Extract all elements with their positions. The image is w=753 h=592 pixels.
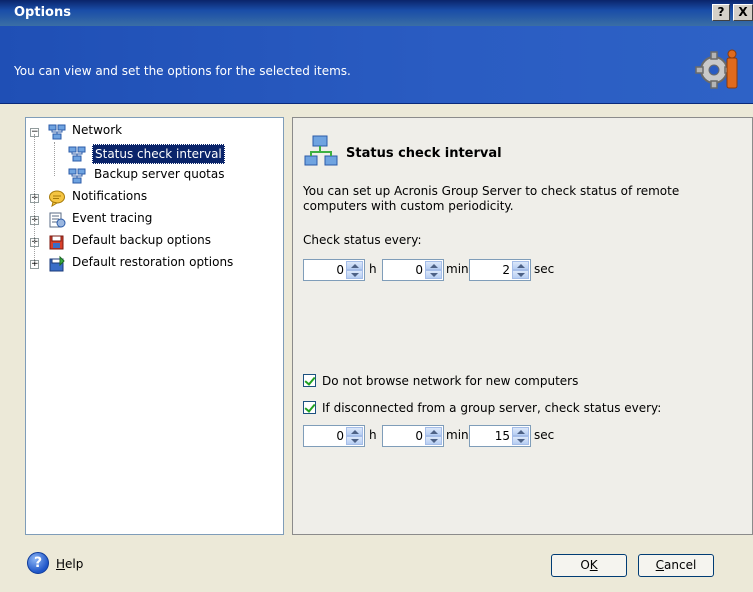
tree-item-label: Backup server quotas bbox=[94, 167, 225, 181]
tree-item-status-check-interval[interactable]: Status check interval bbox=[30, 144, 280, 164]
header-description: You can view and set the options for the… bbox=[14, 64, 351, 78]
event-tracing-icon bbox=[49, 212, 66, 228]
seconds-unit: sec bbox=[534, 262, 555, 276]
seconds-value: 15 bbox=[494, 429, 510, 443]
minutes-stepper[interactable]: 0 bbox=[382, 259, 444, 281]
seconds-stepper-2[interactable]: 15 bbox=[469, 425, 531, 447]
network-icon bbox=[48, 124, 66, 140]
no-browse-checkbox[interactable] bbox=[303, 374, 316, 387]
tree-item-network[interactable]: − Network bbox=[30, 122, 280, 142]
stepper-arrows[interactable] bbox=[425, 427, 442, 445]
minutes-unit: min bbox=[446, 428, 469, 442]
up-arrow-icon[interactable] bbox=[512, 261, 529, 270]
header-band: You can view and set the options for the… bbox=[0, 26, 753, 104]
tree-connector bbox=[34, 134, 35, 262]
no-browse-label: Do not browse network for new computers bbox=[322, 374, 579, 388]
stepper-arrows[interactable] bbox=[512, 427, 529, 445]
tree-item-backup-server-quotas[interactable]: Backup server quotas bbox=[30, 166, 280, 186]
backup-icon bbox=[49, 235, 64, 250]
disconnected-label: If disconnected from a group server, che… bbox=[322, 401, 662, 415]
minutes-unit: min bbox=[446, 262, 469, 276]
stepper-arrows[interactable] bbox=[346, 427, 363, 445]
title-bar: Options ? X bbox=[0, 0, 753, 26]
tree-item-label: Notifications bbox=[72, 189, 148, 203]
help-link[interactable]: Help bbox=[56, 557, 83, 571]
panel-description: You can set up Acronis Group Server to c… bbox=[303, 184, 680, 213]
up-arrow-icon[interactable] bbox=[346, 427, 363, 436]
stepper-arrows[interactable] bbox=[425, 261, 442, 279]
restore-icon bbox=[49, 255, 65, 272]
hours-value: 0 bbox=[336, 263, 344, 277]
minutes-stepper-2[interactable]: 0 bbox=[382, 425, 444, 447]
options-tree[interactable]: − Network Status check interval Backup s… bbox=[25, 117, 284, 535]
seconds-stepper[interactable]: 2 bbox=[469, 259, 531, 281]
up-arrow-icon[interactable] bbox=[425, 261, 442, 270]
down-arrow-icon[interactable] bbox=[346, 436, 363, 445]
panel-title: Status check interval bbox=[346, 146, 502, 161]
hours-stepper[interactable]: 0 bbox=[303, 259, 365, 281]
hours-value: 0 bbox=[336, 429, 344, 443]
down-arrow-icon[interactable] bbox=[346, 270, 363, 279]
seconds-value: 2 bbox=[502, 263, 510, 277]
down-arrow-icon[interactable] bbox=[512, 270, 529, 279]
tree-item-default-backup-options[interactable]: + Default backup options bbox=[30, 232, 280, 252]
up-arrow-icon[interactable] bbox=[346, 261, 363, 270]
tree-item-label: Default backup options bbox=[72, 233, 212, 247]
network-icon bbox=[304, 135, 338, 166]
disconnected-checkbox[interactable] bbox=[303, 401, 316, 414]
tree-item-default-restoration-options[interactable]: + Default restoration options bbox=[30, 254, 280, 274]
settings-panel: Status check interval You can set up Acr… bbox=[292, 117, 753, 535]
up-arrow-icon[interactable] bbox=[512, 427, 529, 436]
help-title-button[interactable]: ? bbox=[712, 4, 730, 21]
down-arrow-icon[interactable] bbox=[425, 270, 442, 279]
ok-button[interactable]: OK bbox=[551, 554, 627, 577]
check-status-label: Check status every: bbox=[303, 233, 422, 247]
hours-unit: h bbox=[369, 428, 377, 442]
tree-connector bbox=[54, 142, 55, 176]
tree-item-event-tracing[interactable]: + Event tracing bbox=[30, 210, 280, 230]
network-icon bbox=[68, 168, 86, 184]
minutes-value: 0 bbox=[415, 429, 423, 443]
stepper-arrows[interactable] bbox=[512, 261, 529, 279]
cancel-button[interactable]: Cancel bbox=[638, 554, 714, 577]
minutes-value: 0 bbox=[415, 263, 423, 277]
gear-icon bbox=[695, 49, 738, 89]
stepper-arrows[interactable] bbox=[346, 261, 363, 279]
window-title: Options bbox=[14, 5, 71, 20]
notification-icon bbox=[49, 190, 65, 207]
hours-stepper-2[interactable]: 0 bbox=[303, 425, 365, 447]
tree-item-label: Status check interval bbox=[92, 144, 225, 164]
hours-unit: h bbox=[369, 262, 377, 276]
down-arrow-icon[interactable] bbox=[512, 436, 529, 445]
tree-item-label: Event tracing bbox=[72, 211, 153, 225]
down-arrow-icon[interactable] bbox=[425, 436, 442, 445]
help-icon[interactable]: ? bbox=[27, 552, 49, 574]
tree-item-notifications[interactable]: + Notifications bbox=[30, 188, 280, 208]
seconds-unit: sec bbox=[534, 428, 555, 442]
tree-item-label: Default restoration options bbox=[72, 255, 234, 269]
network-icon bbox=[68, 146, 86, 162]
up-arrow-icon[interactable] bbox=[425, 427, 442, 436]
tree-item-label: Network bbox=[72, 123, 123, 137]
close-button[interactable]: X bbox=[733, 4, 753, 21]
